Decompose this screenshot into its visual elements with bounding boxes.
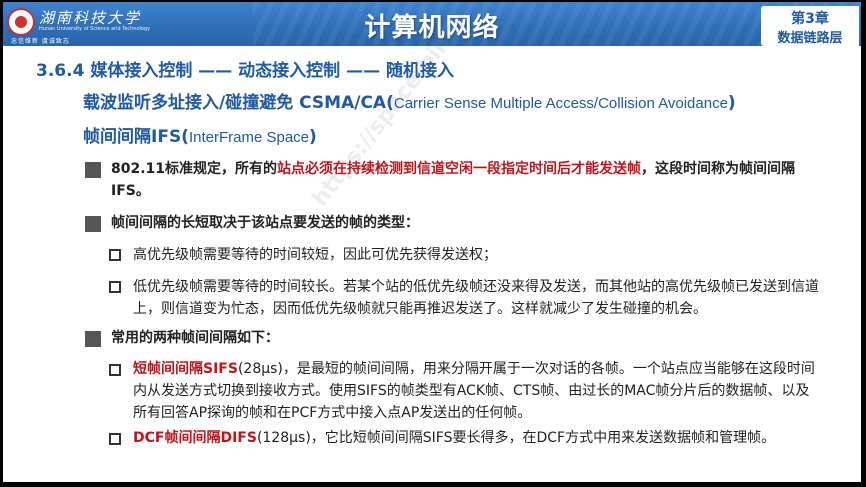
bullet-ifs-length: 帧间间隔的长短取决于该站点要发送的帧的类型：: [111, 215, 419, 231]
bullet-ifs-definition: 802.11标准规定，所有的站点必须在持续检测到信道空闲一段指定时间后才能发送帧…: [111, 158, 811, 202]
sub-bullet-box-icon: [109, 249, 121, 261]
sub-bullet-box-icon: [109, 281, 121, 293]
subheading-csma-ca-en: Carrier Sense Multiple Access/Collision …: [393, 95, 728, 112]
bullet-ifs-definition-emphasis: 站点必须在持续检测到信道空闲一段指定时间后才能发送帧: [277, 161, 642, 177]
subheading-ifs-cn: 帧间间隔IFS(: [83, 127, 189, 147]
bullet-square-icon: [85, 331, 101, 347]
sub-bullet-box-icon: [109, 364, 121, 376]
sub-bullet-sifs: 短帧间间隔SIFS(28μs)，是最短的帧间间隔，用来分隔开属于一次对话的各帧。…: [133, 358, 823, 424]
sub-bullet-high-priority: 高优先级帧需要等待的时间较短，因此可优先获得发送权；: [133, 247, 497, 263]
bullet-common-ifs: 常用的两种帧间间隔如下：: [111, 330, 279, 346]
sub-bullet-box-icon: [109, 433, 121, 445]
course-title: 计算机网络: [364, 13, 500, 43]
subheading-csma-ca-close: ): [727, 93, 736, 113]
sifs-term: 短帧间间隔SIFS: [133, 361, 238, 377]
difs-term: DCF帧间间隔DIFS: [133, 430, 257, 446]
subheading-csma-ca: 载波监听多址接入/碰撞避免 CSMA/CA(Carrier Sense Mult…: [83, 88, 736, 113]
sub-bullet-low-priority: 低优先级帧需要等待的时间较长。若某个站的低优先级帧还没来得及发送，而其他站的高优…: [133, 279, 819, 317]
subheading-ifs: 帧间间隔IFS(InterFrame Space): [83, 122, 317, 147]
subheading-ifs-close: ): [309, 127, 317, 147]
difs-description: (128μs)，它比短帧间间隔SIFS要长得多，在DCF方式中用来发送数据帧和管…: [256, 430, 776, 446]
section-heading: 3.6.4 媒体接入控制 —— 动态接入控制 —— 随机接入: [36, 61, 454, 81]
bullet-square-icon: [85, 216, 101, 232]
sub-bullet-difs: DCF帧间间隔DIFS(128μs)，它比短帧间间隔SIFS要长得多，在DCF方…: [133, 427, 823, 449]
bullet-ifs-definition-pre: 802.11标准规定，所有的: [111, 161, 278, 177]
slide-header: 湖南科技大学 Hunan University of Science and T…: [3, 2, 861, 46]
chapter-badge: 第3章 数据链路层: [761, 6, 859, 46]
bullet-square-icon: [85, 162, 101, 178]
chapter-name: 数据链路层: [777, 31, 843, 46]
slide: 湖南科技大学 Hunan University of Science and T…: [3, 2, 861, 482]
subheading-csma-ca-cn: 载波监听多址接入/碰撞避免 CSMA/CA(: [83, 93, 394, 113]
subheading-ifs-en: InterFrame Space: [188, 129, 310, 146]
chapter-number: 第3章: [791, 11, 829, 27]
